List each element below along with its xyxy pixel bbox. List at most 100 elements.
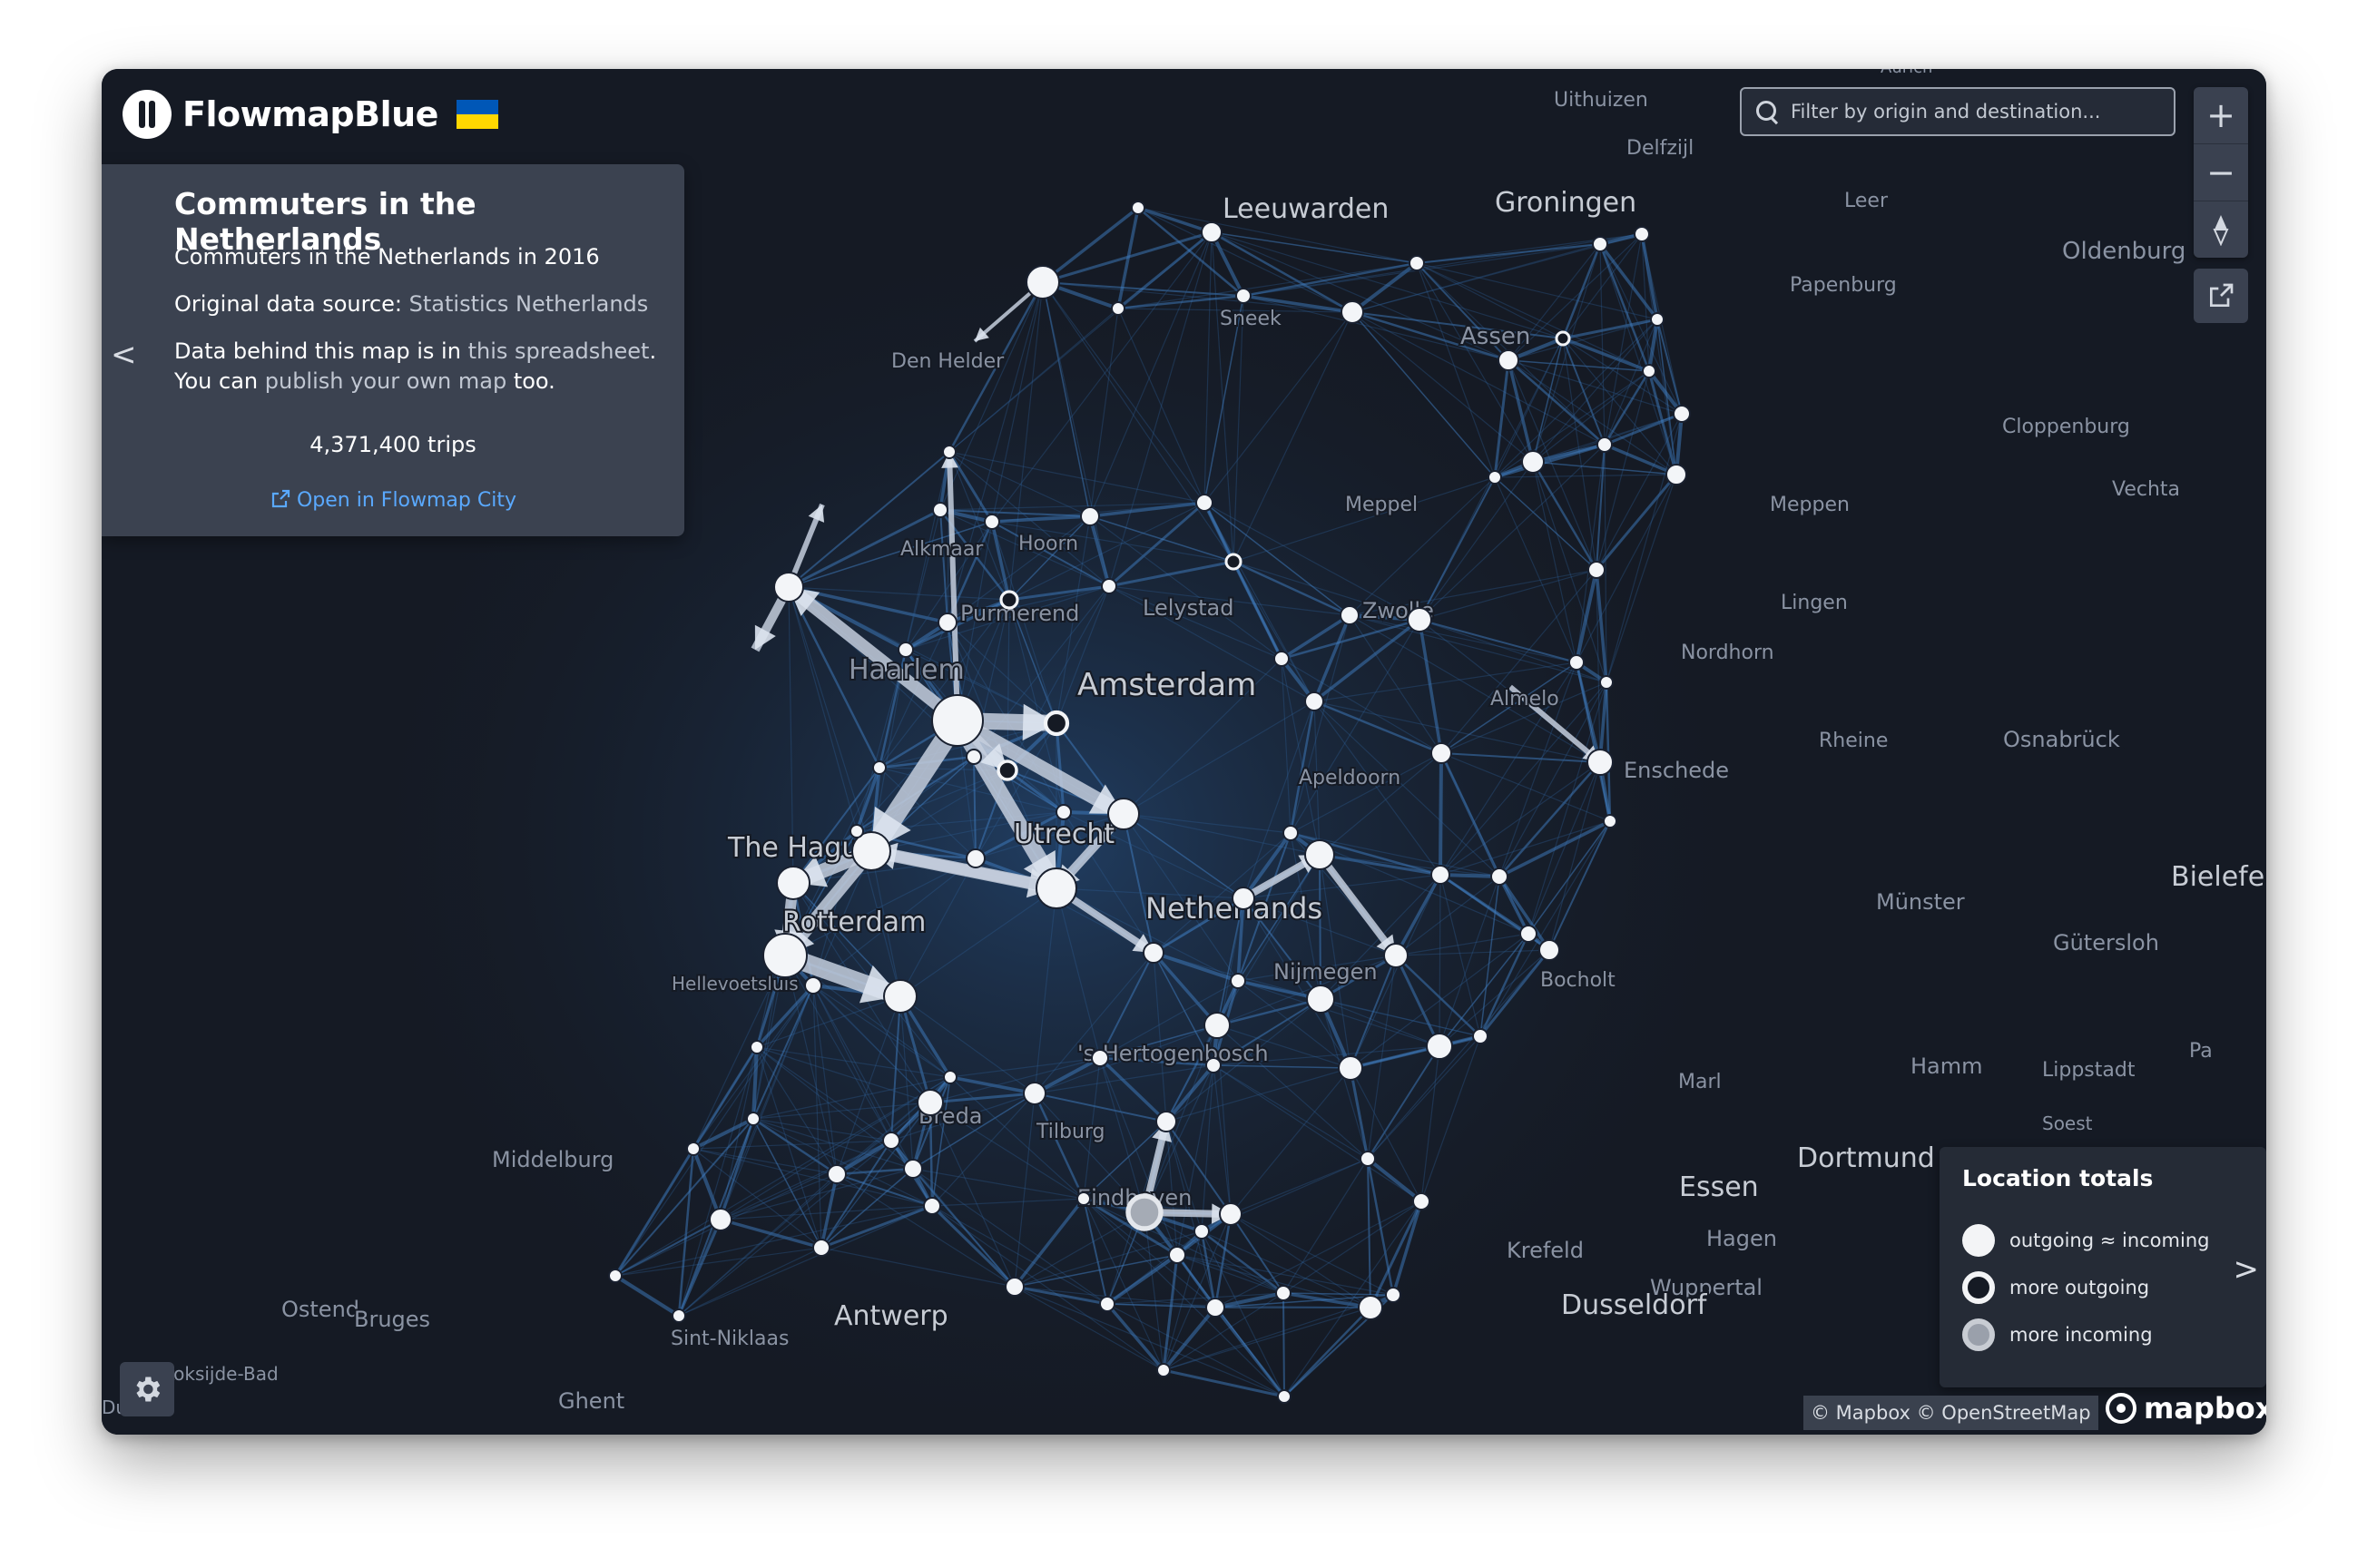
location-node[interactable] bbox=[903, 1159, 923, 1179]
location-node[interactable] bbox=[1155, 1111, 1177, 1132]
location-node[interactable] bbox=[1338, 1055, 1363, 1081]
location-node[interactable] bbox=[1538, 939, 1560, 961]
location-node[interactable] bbox=[1555, 330, 1571, 347]
location-node[interactable] bbox=[1665, 464, 1687, 485]
location-node[interactable] bbox=[1235, 288, 1252, 304]
location-node[interactable] bbox=[1426, 1033, 1453, 1060]
location-node[interactable] bbox=[1568, 654, 1585, 671]
location-node[interactable] bbox=[686, 1142, 701, 1156]
location-node[interactable] bbox=[883, 979, 918, 1014]
location-node[interactable] bbox=[1586, 749, 1614, 776]
location-node[interactable] bbox=[850, 824, 864, 838]
location-node[interactable] bbox=[1205, 1298, 1225, 1318]
location-node[interactable] bbox=[1193, 1223, 1210, 1240]
location-node[interactable] bbox=[1282, 825, 1299, 841]
location-node[interactable] bbox=[608, 1269, 623, 1283]
location-node[interactable] bbox=[1107, 798, 1140, 830]
location-node[interactable] bbox=[1498, 349, 1519, 371]
location-node[interactable] bbox=[1056, 804, 1072, 820]
location-node[interactable] bbox=[746, 1112, 761, 1126]
location-node[interactable] bbox=[1101, 578, 1117, 594]
search-input[interactable] bbox=[1778, 100, 2174, 123]
location-node[interactable] bbox=[984, 514, 1000, 530]
location-node[interactable] bbox=[1026, 265, 1060, 299]
location-node[interactable] bbox=[1430, 742, 1452, 764]
location-node[interactable] bbox=[942, 445, 957, 459]
location-node[interactable] bbox=[999, 590, 1019, 610]
spreadsheet-link[interactable]: this spreadsheet bbox=[468, 338, 650, 364]
location-node[interactable] bbox=[1409, 255, 1425, 271]
location-node[interactable] bbox=[1230, 973, 1246, 989]
location-node[interactable] bbox=[1592, 236, 1608, 252]
location-node[interactable] bbox=[1634, 226, 1650, 242]
location-node[interactable] bbox=[776, 866, 810, 900]
location-node[interactable] bbox=[1412, 1192, 1430, 1210]
location-node[interactable] bbox=[1091, 1049, 1109, 1067]
location-node[interactable] bbox=[1304, 839, 1335, 870]
location-node[interactable] bbox=[1385, 1287, 1401, 1303]
location-node[interactable] bbox=[1599, 675, 1614, 690]
location-node[interactable] bbox=[804, 976, 822, 995]
location-node[interactable] bbox=[997, 760, 1018, 781]
location-node[interactable] bbox=[1596, 436, 1613, 453]
location-node[interactable] bbox=[1304, 691, 1324, 711]
location-node[interactable] bbox=[1080, 506, 1100, 526]
location-node[interactable] bbox=[1023, 1082, 1046, 1105]
location-node[interactable] bbox=[1224, 553, 1242, 571]
location-node[interactable] bbox=[1131, 201, 1145, 215]
location-node[interactable] bbox=[762, 933, 808, 978]
location-node[interactable] bbox=[1603, 814, 1617, 828]
app-logo[interactable]: FlowmapBlue bbox=[123, 89, 498, 140]
compass-button[interactable] bbox=[2194, 201, 2248, 258]
zoom-in-button[interactable]: + bbox=[2194, 87, 2248, 144]
location-node[interactable] bbox=[931, 694, 984, 747]
location-node[interactable] bbox=[917, 1089, 944, 1116]
location-node[interactable] bbox=[773, 572, 804, 603]
location-node[interactable] bbox=[1219, 1202, 1242, 1226]
location-node[interactable] bbox=[1340, 605, 1360, 625]
location-node[interactable] bbox=[872, 760, 887, 775]
location-node[interactable] bbox=[1642, 364, 1656, 378]
location-node[interactable] bbox=[1232, 887, 1255, 910]
location-node[interactable] bbox=[1203, 1012, 1231, 1039]
location-node[interactable] bbox=[1205, 1057, 1222, 1073]
external-link-button[interactable] bbox=[2194, 269, 2248, 323]
open-flowmap-city-link[interactable]: Open in Flowmap City bbox=[102, 488, 684, 512]
location-node[interactable] bbox=[1076, 1191, 1091, 1206]
location-node[interactable] bbox=[1430, 865, 1450, 885]
location-node[interactable] bbox=[1201, 221, 1223, 243]
location-node[interactable] bbox=[1036, 867, 1077, 909]
location-node[interactable] bbox=[1099, 1296, 1115, 1312]
location-node[interactable] bbox=[709, 1208, 732, 1231]
location-node[interactable] bbox=[1168, 1246, 1186, 1264]
settings-button[interactable] bbox=[120, 1362, 174, 1416]
location-node[interactable] bbox=[1360, 1151, 1376, 1167]
location-filter[interactable] bbox=[1740, 87, 2175, 136]
location-node[interactable] bbox=[1306, 985, 1335, 1014]
location-node[interactable] bbox=[938, 612, 958, 632]
location-node[interactable] bbox=[1043, 710, 1070, 737]
zoom-out-button[interactable]: − bbox=[2194, 144, 2248, 201]
location-node[interactable] bbox=[1519, 925, 1537, 943]
mapbox-logo[interactable]: mapbox bbox=[2106, 1391, 2266, 1426]
location-node[interactable] bbox=[1195, 494, 1213, 512]
location-node[interactable] bbox=[812, 1239, 830, 1257]
location-node[interactable] bbox=[943, 1070, 958, 1084]
location-node[interactable] bbox=[1156, 1363, 1171, 1377]
location-node[interactable] bbox=[1111, 301, 1125, 316]
chevron-left-icon[interactable]: < bbox=[111, 337, 137, 373]
location-node[interactable] bbox=[1488, 470, 1502, 485]
location-node[interactable] bbox=[827, 1164, 847, 1184]
location-node[interactable] bbox=[1673, 405, 1691, 423]
location-node[interactable] bbox=[1407, 607, 1432, 632]
location-node[interactable] bbox=[898, 642, 914, 658]
location-node[interactable] bbox=[1587, 561, 1606, 579]
location-node[interactable] bbox=[966, 848, 986, 868]
map-attribution[interactable]: © Mapbox © OpenStreetMap bbox=[1803, 1396, 2098, 1430]
location-node[interactable] bbox=[882, 1132, 900, 1150]
location-node[interactable] bbox=[1341, 300, 1364, 324]
location-node[interactable] bbox=[1273, 651, 1290, 667]
location-node[interactable] bbox=[1521, 450, 1545, 474]
location-node[interactable] bbox=[1275, 1285, 1292, 1301]
location-node[interactable] bbox=[966, 749, 982, 765]
